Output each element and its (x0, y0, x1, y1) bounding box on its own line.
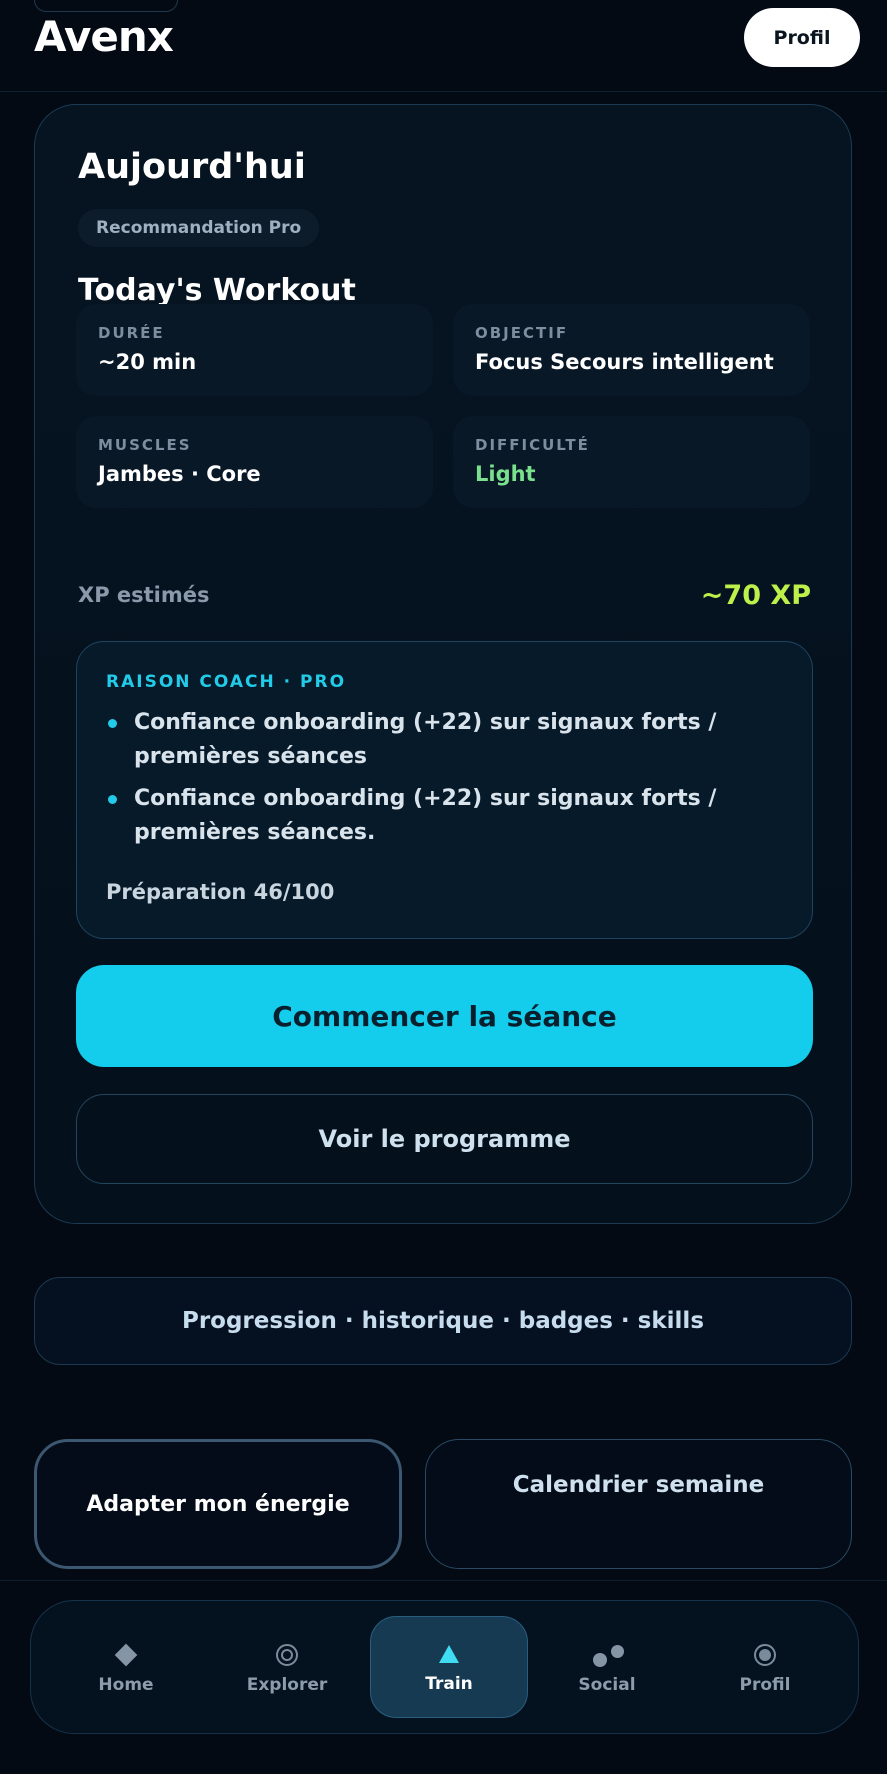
stat-label: MUSCLES (98, 436, 192, 454)
xp-label: XP estimés (78, 583, 210, 607)
app-header: Avenx Profil (0, 0, 887, 92)
reason-item: Confiance onboarding (+22) sur signaux f… (106, 706, 786, 774)
social-icon (591, 1641, 624, 1669)
nav-item-train[interactable]: Train (370, 1616, 528, 1718)
adapt-energy-button[interactable]: Adapter mon énergie (34, 1439, 402, 1569)
nav-item-home[interactable]: Home (47, 1601, 205, 1735)
reason-item-text: Confiance onboarding (+22) sur signaux f… (134, 786, 717, 845)
stat-value: Light (475, 462, 536, 486)
xp-value: ~70 XP (700, 580, 811, 611)
brand-logo: Avenx (34, 12, 174, 61)
explorer-icon (276, 1641, 298, 1669)
stat-objective: OBJECTIF Focus Secours intelligent (453, 304, 810, 396)
readiness-score: Préparation 46/100 (106, 880, 335, 904)
coach-reason-panel: RAISON COACH · PRO Confiance onboarding … (76, 641, 813, 939)
reason-list: Confiance onboarding (+22) sur signaux f… (106, 706, 786, 858)
nav-label: Explorer (246, 1675, 328, 1695)
header-tab-stub (34, 0, 178, 12)
stat-label: DIFFICULTÉ (475, 436, 590, 454)
train-icon (439, 1640, 459, 1668)
reason-title: RAISON COACH · PRO (106, 672, 347, 692)
stat-label: OBJECTIF (475, 324, 569, 342)
nav-divider (0, 1580, 887, 1581)
reason-item-text: Confiance onboarding (+22) sur signaux f… (134, 710, 717, 769)
stat-label: DURÉE (98, 324, 165, 342)
stat-duration: DURÉE ~20 min (76, 304, 433, 396)
stat-muscles: MUSCLES Jambes · Core (76, 416, 433, 508)
progress-link[interactable]: Progression · historique · badges · skil… (34, 1277, 852, 1365)
stat-difficulty: DIFFICULTÉ Light (453, 416, 810, 508)
nav-item-explorer[interactable]: Explorer (208, 1601, 366, 1735)
profile-icon (754, 1641, 776, 1669)
nav-label: Social (578, 1675, 636, 1695)
recommendation-badge: Recommandation Pro (78, 209, 320, 247)
week-calendar-button[interactable]: Calendrier semaine (425, 1439, 852, 1569)
bullet-icon (108, 795, 117, 804)
nav-label: Train (425, 1674, 473, 1694)
nav-label: Home (98, 1675, 154, 1695)
workout-title: Today's Workout (78, 273, 356, 308)
view-program-button[interactable]: Voir le programme (76, 1094, 813, 1184)
stat-value: Jambes · Core (98, 462, 261, 486)
bottom-nav: Home Explorer Train Social Profil (30, 1600, 859, 1734)
card-title: Aujourd'hui (78, 147, 306, 187)
nav-label: Profil (739, 1675, 791, 1695)
home-icon (114, 1641, 138, 1669)
start-session-button[interactable]: Commencer la séance (76, 965, 813, 1067)
nav-item-profile[interactable]: Profil (686, 1601, 844, 1735)
stat-value: ~20 min (98, 350, 197, 374)
nav-item-social[interactable]: Social (528, 1601, 686, 1735)
profile-button[interactable]: Profil (744, 8, 860, 67)
today-workout-card: Aujourd'hui Recommandation Pro Today's W… (34, 104, 852, 1224)
reason-item: Confiance onboarding (+22) sur signaux f… (106, 782, 786, 850)
bullet-icon (108, 719, 117, 728)
stat-value: Focus Secours intelligent (475, 350, 774, 374)
